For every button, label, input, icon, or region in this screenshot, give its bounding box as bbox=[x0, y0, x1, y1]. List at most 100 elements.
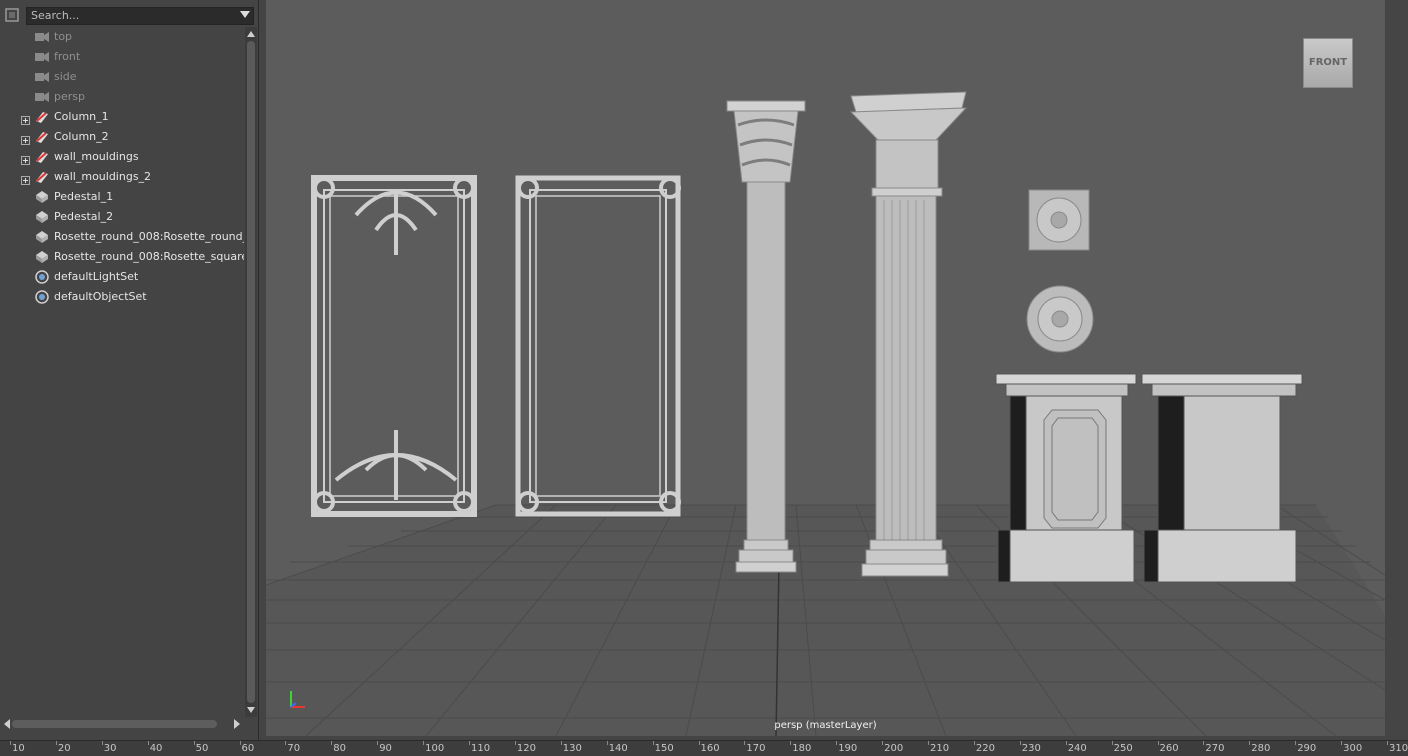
outliner-item[interactable]: Column_2 bbox=[0, 127, 244, 147]
set-icon bbox=[34, 290, 50, 304]
expand-icon[interactable] bbox=[21, 172, 30, 185]
outliner-item[interactable]: Pedestal_1 bbox=[0, 187, 244, 207]
rosette-round bbox=[1026, 285, 1094, 353]
timeline-tick-mark bbox=[790, 741, 792, 745]
filter-icon[interactable] bbox=[4, 7, 20, 23]
timeline-tick-label: 240 bbox=[1067, 743, 1087, 754]
timeline-tick-label: 30 bbox=[103, 743, 117, 754]
outliner-vertical-scrollbar[interactable] bbox=[245, 27, 257, 717]
scroll-right-icon[interactable] bbox=[232, 716, 242, 732]
timeline-ruler[interactable]: 10 20 30 40 50 60 70 80 90 100 110 120 130 140 150 160 1… bbox=[0, 740, 1408, 756]
horizontal-scroll-thumb[interactable] bbox=[12, 720, 217, 728]
timeline-tick-label: 170 bbox=[746, 743, 766, 754]
outliner-item[interactable]: side bbox=[0, 67, 244, 87]
timeline-tick-label: 150 bbox=[654, 743, 674, 754]
mesh-icon bbox=[34, 210, 50, 224]
timeline-tick-mark bbox=[973, 741, 975, 745]
timeline-tick-label: 190 bbox=[838, 743, 858, 754]
viewcube[interactable]: FRONT bbox=[1303, 38, 1353, 88]
timeline-tick-mark bbox=[331, 741, 333, 745]
viewport-3d[interactable]: persp (masterLayer) bbox=[266, 0, 1385, 736]
outliner-item-label: Rosette_round_008:Rosette_round_0 bbox=[54, 230, 244, 243]
timeline-tick-label: 270 bbox=[1205, 743, 1225, 754]
timeline-tick-label: 210 bbox=[930, 743, 950, 754]
pedestal-1 bbox=[995, 373, 1137, 583]
viewport-right-border bbox=[1386, 0, 1408, 736]
timeline-tick-label: 140 bbox=[608, 743, 628, 754]
wall-moulding-1 bbox=[311, 175, 477, 517]
outliner-item-label: top bbox=[54, 30, 73, 43]
timeline-tick-label: 300 bbox=[1343, 743, 1363, 754]
timeline-tick-mark bbox=[101, 741, 103, 745]
scroll-left-icon[interactable] bbox=[2, 716, 12, 732]
outliner-item[interactable]: top bbox=[0, 27, 244, 47]
camera-icon bbox=[34, 50, 50, 64]
camera-icon bbox=[34, 30, 50, 44]
outliner-item[interactable]: Rosette_round_008:Rosette_round_0 bbox=[0, 227, 244, 247]
expand-icon[interactable] bbox=[21, 112, 30, 125]
expand-icon[interactable] bbox=[21, 152, 30, 165]
timeline-tick-mark bbox=[55, 741, 57, 745]
group-icon bbox=[34, 130, 50, 144]
outliner-item-label: Column_2 bbox=[54, 130, 109, 143]
outliner-horizontal-scrollbar[interactable] bbox=[0, 716, 245, 732]
rosette-square bbox=[1028, 189, 1090, 251]
outliner-item-label: Column_1 bbox=[54, 110, 109, 123]
timeline-tick-mark bbox=[1065, 741, 1067, 745]
timeline-tick-label: 130 bbox=[562, 743, 582, 754]
timeline-tick-label: 260 bbox=[1159, 743, 1179, 754]
timeline-tick-label: 90 bbox=[379, 743, 392, 754]
camera-label: persp (masterLayer) bbox=[774, 720, 877, 731]
timeline-tick-label: 40 bbox=[149, 743, 163, 754]
timeline-tick-mark bbox=[606, 741, 608, 745]
outliner-item-label: Pedestal_1 bbox=[54, 190, 114, 203]
timeline-tick-mark bbox=[1203, 741, 1205, 745]
camera-icon bbox=[34, 90, 50, 104]
camera-icon bbox=[34, 70, 50, 84]
timeline-tick-mark bbox=[469, 741, 470, 745]
expand-icon[interactable] bbox=[21, 132, 30, 145]
timeline-tick-label: 120 bbox=[516, 743, 536, 754]
search-placeholder: Search... bbox=[31, 9, 80, 22]
pedestal-2 bbox=[1141, 373, 1303, 583]
timeline-tick-mark bbox=[285, 741, 287, 745]
vertical-scroll-thumb[interactable] bbox=[247, 41, 255, 703]
column-1 bbox=[726, 100, 806, 573]
timeline-tick-mark bbox=[652, 741, 654, 745]
outliner-item[interactable]: front bbox=[0, 47, 244, 67]
outliner-item[interactable]: Rosette_round_008:Rosette_square bbox=[0, 247, 244, 267]
outliner-item[interactable]: persp bbox=[0, 87, 244, 107]
timeline-tick-label: 310 bbox=[1389, 743, 1408, 754]
search-input[interactable]: Search... bbox=[26, 7, 254, 25]
timeline-tick-label: 180 bbox=[792, 743, 812, 754]
scroll-down-icon[interactable] bbox=[245, 705, 257, 715]
timeline-tick-mark bbox=[1341, 741, 1343, 745]
timeline-tick-mark bbox=[560, 741, 562, 745]
set-icon bbox=[34, 270, 50, 284]
timeline-tick-mark bbox=[1295, 741, 1297, 745]
timeline-tick-mark bbox=[1249, 741, 1251, 745]
timeline-tick-label: 280 bbox=[1251, 743, 1271, 754]
timeline-tick-mark bbox=[10, 741, 11, 745]
timeline-tick-label: 60 bbox=[241, 743, 255, 754]
timeline-tick-mark bbox=[1387, 741, 1388, 745]
outliner-item[interactable]: defaultLightSet bbox=[0, 267, 244, 287]
timeline-tick-mark bbox=[928, 741, 929, 745]
wall-moulding-2 bbox=[515, 175, 681, 517]
group-icon bbox=[34, 150, 50, 164]
timeline-tick-mark bbox=[423, 741, 425, 745]
group-icon bbox=[34, 170, 50, 184]
timeline-tick-mark bbox=[1019, 741, 1021, 745]
outliner-item[interactable]: Pedestal_2 bbox=[0, 207, 244, 227]
column-2 bbox=[849, 91, 968, 577]
search-dropdown-icon[interactable] bbox=[240, 11, 250, 18]
timeline-tick-mark bbox=[239, 741, 241, 745]
outliner-item[interactable]: Column_1 bbox=[0, 107, 244, 127]
outliner-item[interactable]: wall_mouldings_2 bbox=[0, 167, 244, 187]
timeline-tick-label: 220 bbox=[975, 743, 995, 754]
scroll-up-icon[interactable] bbox=[245, 29, 257, 39]
mesh-icon bbox=[34, 250, 50, 264]
outliner-item[interactable]: wall_mouldings bbox=[0, 147, 244, 167]
outliner-item[interactable]: defaultObjectSet bbox=[0, 287, 244, 307]
timeline-tick-mark bbox=[698, 741, 700, 745]
